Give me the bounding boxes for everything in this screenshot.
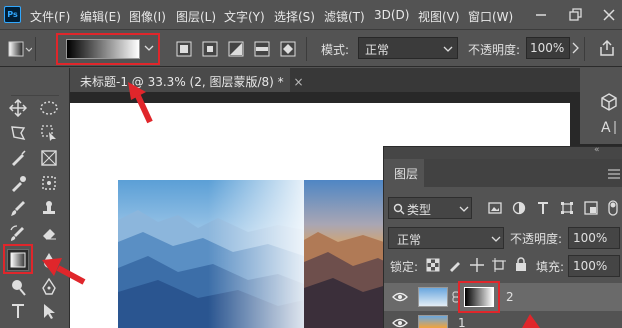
arrow-to-layer-mask xyxy=(522,314,540,328)
arrow-to-gradient-tool xyxy=(42,258,86,285)
annotation-arrows xyxy=(42,82,540,328)
arrow-to-gradient-picker xyxy=(128,82,153,124)
